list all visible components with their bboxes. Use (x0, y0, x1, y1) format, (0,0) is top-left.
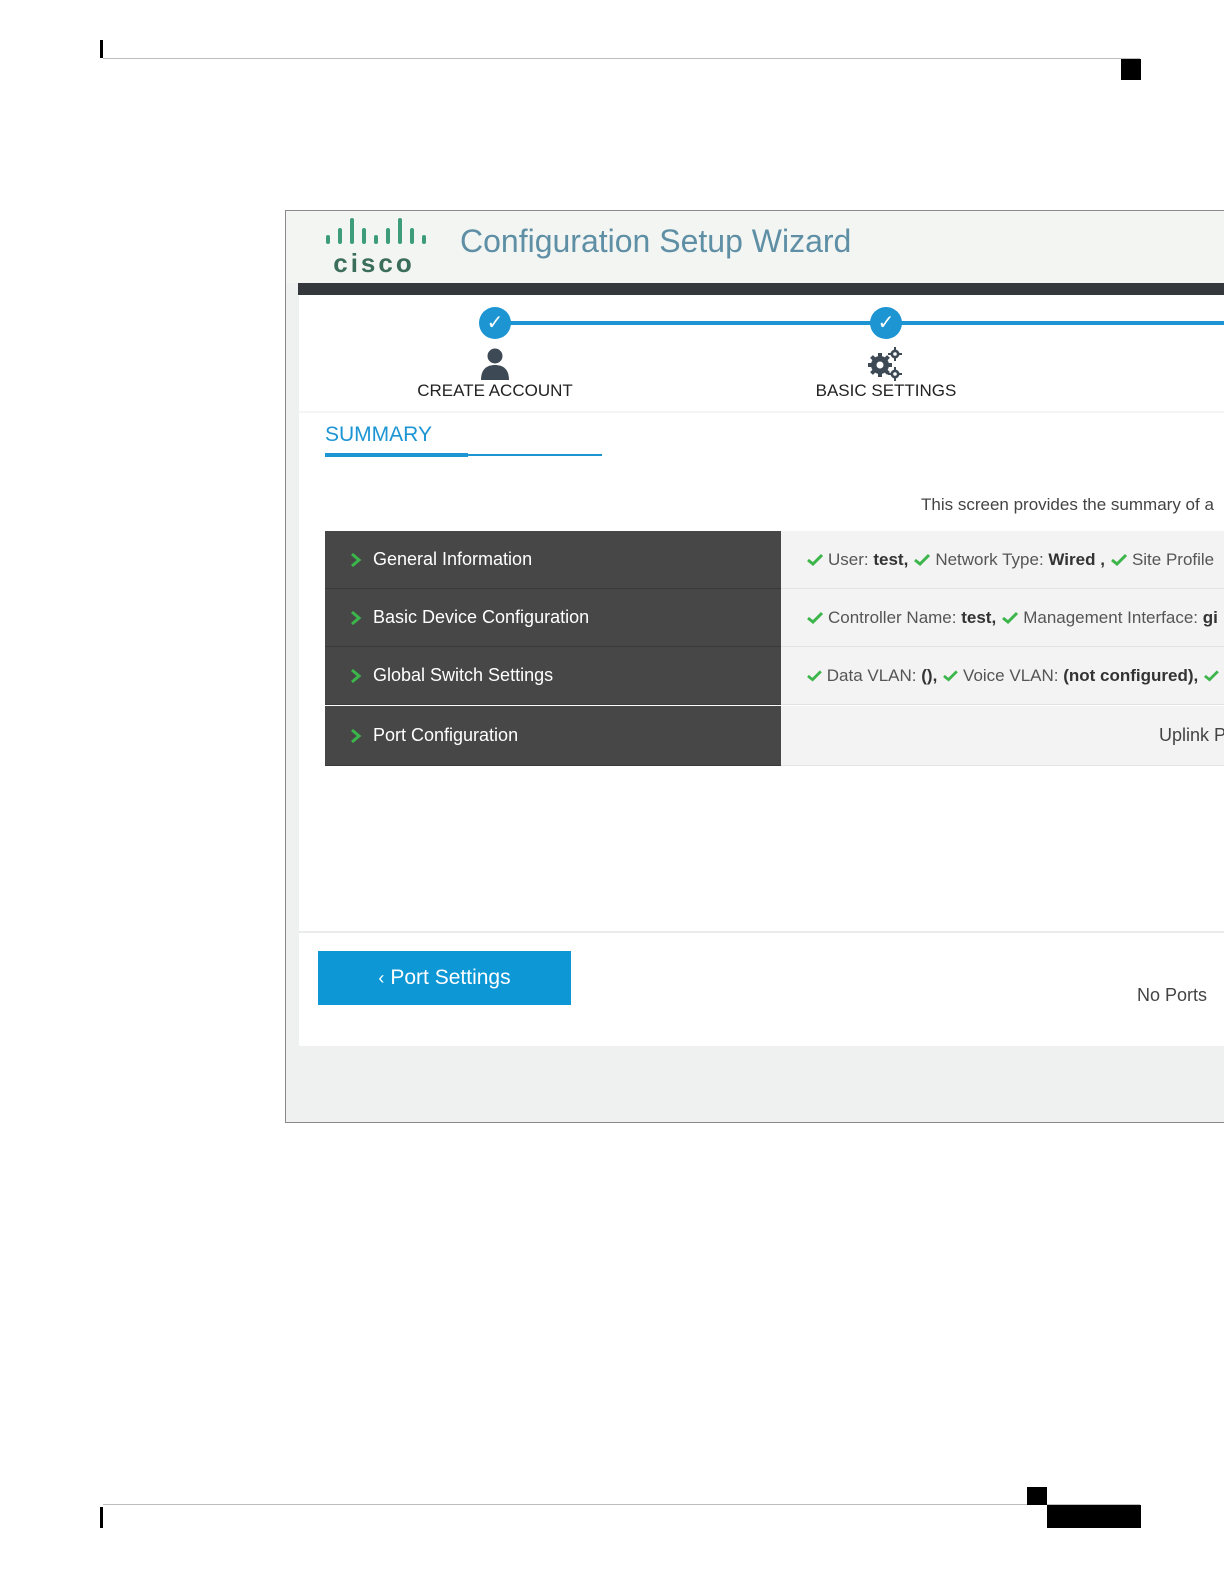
summary-item-value: gi (1202, 607, 1218, 627)
summary-row-header[interactable]: Global Switch Settings (325, 647, 781, 705)
summary-row-title: General Information (373, 549, 533, 569)
summary-row-global-switch-settings[interactable]: Global Switch Settings Data VLAN: (), Vo… (325, 647, 1224, 705)
wizard-screenshot: cisco Configuration Setup Wizard ✓ CREAT… (285, 210, 1224, 1123)
header-rule (103, 58, 1140, 59)
summary-row-title: Basic Device Configuration (373, 607, 590, 627)
header-divider-bar (298, 283, 1224, 295)
user-icon (481, 348, 509, 380)
stepper-progress-line-2 (886, 321, 1224, 325)
chevron-right-icon (351, 552, 362, 567)
step-basic-settings-label: BASIC SETTINGS (815, 381, 957, 400)
summary-row-header[interactable]: Port Configuration (325, 706, 781, 766)
summary-item-value: Wired , (1048, 549, 1105, 569)
check-icon (807, 670, 822, 682)
crop-mark-top-left (100, 40, 103, 58)
crop-mark-bottom-bar (1047, 1505, 1141, 1528)
check-icon (914, 553, 931, 566)
port-settings-back-button[interactable]: ‹ Port Settings (318, 951, 571, 1005)
crop-mark-bottom-square (1027, 1487, 1047, 1505)
step-basic-settings-check-icon: ✓ (870, 307, 902, 339)
tab-underline (468, 454, 602, 456)
check-icon (807, 611, 823, 624)
summary-row-values: User: test, Network Type: Wired , Site P… (781, 531, 1224, 589)
chevron-left-icon: ‹ (378, 967, 385, 988)
summary-row-general-information[interactable]: General Information User: test, Network … (325, 531, 1224, 589)
chevron-right-icon (351, 728, 362, 743)
step-create-account-label: CREATE ACCOUNT (417, 381, 573, 400)
summary-item-label: Network Type: (935, 549, 1044, 569)
app-header: cisco Configuration Setup Wizard (286, 211, 1224, 283)
wizard-panel: ✓ CREATE ACCOUNT ✓ BASIC SETTINGS SUMMAR… (299, 295, 1224, 1046)
step-create-account-check-icon: ✓ (479, 307, 511, 339)
summary-item-label: Controller Name: (828, 607, 957, 627)
back-button-label: Port Settings (390, 966, 511, 989)
summary-row-port-configuration[interactable]: Port Configuration Uplink P (325, 706, 1224, 766)
summary-item-label: Voice VLAN: (963, 665, 1059, 685)
summary-row-basic-device-configuration[interactable]: Basic Device Configuration Controller Na… (325, 589, 1224, 647)
summary-item-value: (), (921, 665, 938, 685)
summary-item-value: test, (961, 607, 997, 627)
stepper-progress-line (495, 321, 886, 325)
tab-summary[interactable]: SUMMARY (325, 423, 432, 447)
summary-row-header[interactable]: Basic Device Configuration (325, 589, 781, 647)
app-title: Configuration Setup Wizard (460, 223, 852, 259)
uplink-ports-label: Uplink P (1158, 725, 1224, 745)
no-ports-text: No Ports (1137, 985, 1208, 1005)
cisco-wordmark: cisco (333, 248, 415, 278)
footer-rule (103, 1504, 1140, 1505)
summary-item-value: test, (873, 549, 909, 569)
summary-row-title: Global Switch Settings (373, 665, 554, 685)
footer-separator (299, 931, 1224, 933)
check-icon (1204, 670, 1220, 682)
summary-row-values: Data VLAN: (), Voice VLAN: (not configur… (781, 647, 1224, 705)
summary-item-label: User: (828, 549, 869, 569)
wizard-stepper: ✓ CREATE ACCOUNT ✓ BASIC SETTINGS (299, 295, 1224, 411)
summary-item-label: Site Profile (1131, 549, 1215, 569)
tab-summary-active-underline (325, 453, 468, 457)
summary-row-values: Controller Name: test, Management Interf… (781, 589, 1224, 647)
summary-row-title: Port Configuration (373, 725, 519, 745)
summary-intro-text: This screen provides the summary of a (921, 495, 1214, 514)
crop-mark-top-right (1121, 59, 1141, 80)
stepper-separator (299, 411, 1224, 413)
check-icon (1111, 553, 1127, 566)
summary-row-values: Uplink P (781, 706, 1224, 766)
summary-row-header[interactable]: General Information (325, 531, 781, 589)
check-icon (943, 670, 959, 682)
chevron-right-icon (351, 668, 362, 683)
summary-item-value: (not configured), (1063, 665, 1199, 685)
gears-icon (868, 347, 902, 381)
chevron-right-icon (351, 610, 362, 625)
crop-mark-bottom-left (100, 1507, 103, 1528)
summary-item-label: Management Interface: (1023, 607, 1199, 627)
check-icon (807, 553, 823, 566)
cisco-logo: cisco (326, 218, 426, 278)
check-icon (1002, 611, 1019, 624)
summary-item-label: Data VLAN: (826, 665, 917, 685)
